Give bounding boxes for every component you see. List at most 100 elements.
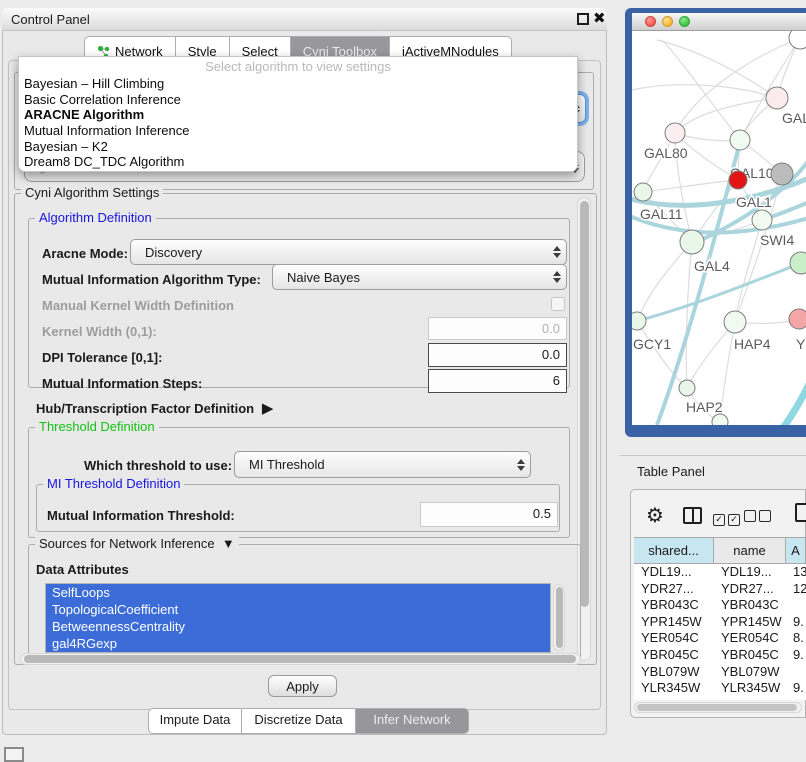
zoom-window-icon[interactable] [679, 16, 690, 27]
bottom-tab-discretize-data[interactable]: Discretize Data [242, 708, 356, 734]
network-node-y[interactable] [789, 309, 806, 329]
select-all-icon[interactable]: ✓✓ [713, 510, 743, 526]
dropdown-item[interactable]: Dream8 DC_TDC Algorithm [19, 154, 577, 170]
cyni-settings-title: Cyni Algorithm Settings [21, 186, 163, 200]
network-edge [687, 322, 735, 388]
network-window-titlebar[interactable] [632, 13, 806, 31]
table-header: shared...nameA [634, 537, 806, 564]
data-attributes-label: Data Attributes [36, 562, 129, 577]
settings-horizontal-scrollbar[interactable] [20, 653, 581, 665]
dropdown-item[interactable]: Mutual Information Inference [19, 123, 577, 139]
sources-group-title[interactable]: Sources for Network Inference ▼ [35, 537, 239, 551]
scrollbar-thumb[interactable] [637, 704, 797, 711]
network-node-hap4[interactable] [724, 311, 746, 333]
aracne-mode-combobox[interactable]: Discovery [130, 239, 567, 265]
bottom-tabs: Impute DataDiscretize DataInfer Network [148, 708, 469, 734]
network-node-gcy1[interactable] [632, 312, 646, 330]
node-label: HAP4 [734, 336, 771, 352]
which-threshold-combobox[interactable]: MI Threshold [234, 451, 531, 478]
document-icon[interactable] [795, 503, 806, 522]
node-label: Y [796, 336, 806, 352]
desktop: { "control_panel": { "title": "Control P… [0, 0, 806, 762]
algorithm-definition-title: Algorithm Definition [35, 211, 156, 225]
gear-icon[interactable]: ⚙ [646, 503, 664, 528]
combo-stepper-icon [547, 265, 566, 289]
scrollbar-thumb[interactable] [556, 587, 563, 648]
table-row[interactable]: YBR045CYBR045C9. [634, 647, 806, 664]
table-row[interactable]: YDL19...YDL19...13 [634, 564, 806, 581]
network-node-gal11[interactable] [634, 183, 652, 201]
network-node-gal[interactable] [766, 87, 788, 109]
manual-kernel-checkbox[interactable] [551, 297, 565, 311]
table-row[interactable]: YER054CYER054C8. [634, 630, 806, 647]
network-node[interactable] [789, 31, 806, 49]
close-panel-icon[interactable]: ✖ [593, 9, 609, 27]
table-horizontal-scrollbar[interactable] [634, 702, 802, 713]
hub-definition-toggle[interactable]: Hub/Transcription Factor Definition ▶ [36, 399, 273, 417]
control-panel-title: Control Panel [11, 12, 90, 27]
combo-stepper-icon [511, 452, 530, 477]
table-panel-title: Table Panel [637, 464, 705, 479]
docked-panel-icon[interactable] [4, 747, 24, 762]
table-row[interactable]: YIL052CYIL052C9 [634, 697, 806, 700]
scrollbar-thumb[interactable] [580, 201, 589, 607]
bottom-tab-impute-data[interactable]: Impute Data [148, 708, 242, 734]
data-attributes-list[interactable]: SelfLoopsTopologicalCoefficientBetweenne… [45, 583, 551, 653]
deselect-all-icon[interactable] [744, 510, 774, 525]
table-row[interactable]: YBL079WYBL079W [634, 664, 806, 681]
network-node-hap2[interactable] [679, 380, 695, 396]
node-label: GAL1 [736, 194, 772, 210]
table-row[interactable]: YBR043CYBR043C [634, 597, 806, 614]
network-graph: GALGAL80GAL10GAL1GAL11SWI4GAL4GCY1HAP4YH… [632, 31, 806, 425]
columns-icon[interactable] [683, 507, 702, 524]
column-header-A[interactable]: A [786, 538, 806, 563]
table-row[interactable]: YDR27...YDR27...12 [634, 581, 806, 598]
attribute-list-item[interactable]: gal4RGexp [46, 635, 550, 652]
attribute-list-item[interactable]: BetweennessCentrality [46, 618, 550, 635]
column-header-shared[interactable]: shared... [634, 538, 714, 563]
network-node-gal1[interactable] [729, 171, 747, 189]
dropdown-item[interactable]: Bayesian – K2 [19, 139, 577, 155]
network-node-gal80[interactable] [665, 123, 685, 143]
bottom-tab-infer-network[interactable]: Infer Network [356, 708, 469, 734]
network-node[interactable] [712, 414, 728, 425]
dropdown-item[interactable]: ARACNE Algorithm [19, 107, 577, 123]
kernel-width-field[interactable]: 0.0 [428, 317, 567, 340]
dpi-tolerance-field[interactable]: 0.0 [428, 343, 567, 367]
apply-button[interactable]: Apply [268, 675, 337, 697]
network-edge [657, 40, 777, 98]
dropdown-item[interactable]: Basic Correlation Inference [19, 92, 577, 108]
threshold-definition-title: Threshold Definition [35, 420, 159, 434]
network-canvas[interactable]: GALGAL80GAL10GAL1GAL11SWI4GAL4GCY1HAP4YH… [632, 31, 806, 425]
table-row[interactable]: YPR145WYPR145W9. [634, 614, 806, 631]
network-node-gal4[interactable] [680, 230, 704, 254]
mi-threshold-field[interactable]: 0.5 [420, 502, 558, 527]
node-label: GAL [782, 110, 806, 126]
node-label: SWI4 [760, 232, 794, 248]
network-edge [637, 242, 692, 321]
divider [620, 455, 806, 456]
minimize-window-icon[interactable] [662, 16, 673, 27]
mi-type-combobox[interactable]: Naive Bayes [272, 264, 567, 290]
node-label: GCY1 [633, 336, 671, 352]
network-node[interactable] [790, 252, 806, 274]
list-vertical-scrollbar[interactable] [553, 584, 565, 651]
column-header-name[interactable]: name [714, 538, 786, 563]
attribute-list-item[interactable]: TopologicalCoefficient [46, 601, 550, 618]
scrollbar-thumb[interactable] [24, 655, 576, 663]
network-node-swi4[interactable] [752, 210, 772, 230]
attribute-list-item[interactable]: SelfLoops [46, 584, 550, 601]
network-node-gal10[interactable] [730, 130, 750, 150]
close-window-icon[interactable] [645, 16, 656, 27]
network-edge [675, 98, 777, 133]
dropdown-item[interactable]: Bayesian – Hill Climbing [19, 76, 577, 92]
table-row[interactable]: YLR345WYLR345W9. [634, 680, 806, 697]
mi-steps-field[interactable]: 6 [428, 369, 567, 393]
mi-type-label: Mutual Information Algorithm Type: [42, 272, 261, 287]
dpi-tolerance-label: DPI Tolerance [0,1]: [42, 350, 162, 365]
float-panel-icon[interactable] [577, 13, 589, 25]
mi-threshold-label: Mutual Information Threshold: [47, 508, 235, 523]
control-panel-titlebar[interactable]: Control Panel [2, 8, 607, 31]
expand-right-icon: ▶ [258, 400, 274, 417]
network-node[interactable] [771, 163, 793, 185]
